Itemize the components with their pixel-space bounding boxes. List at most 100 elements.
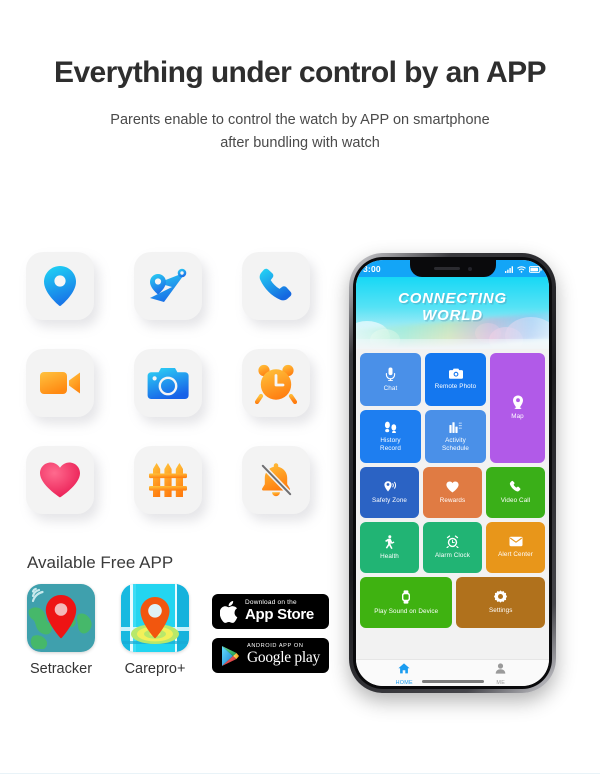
tile-label: History Record (380, 436, 401, 452)
feature-tile-video (26, 349, 94, 417)
tile-row-3: Health Alarm Clock Alert Center (360, 522, 545, 573)
google-play-badge[interactable]: ANDROID APP ON Google play (212, 638, 329, 673)
walking-icon (384, 534, 395, 549)
camera-icon (448, 368, 463, 379)
tile-safety-zone[interactable]: Safety Zone (360, 467, 419, 518)
google-play-text: ANDROID APP ON Google play (247, 644, 320, 667)
page-title: Everything under control by an APP (54, 56, 547, 89)
heart-icon (39, 461, 81, 499)
app-item-setracker[interactable]: Setracker (27, 584, 95, 677)
tile-settings[interactable]: Settings (456, 577, 545, 628)
tile-alarm-clock[interactable]: Alarm Clock (423, 522, 482, 573)
tab-label-home: HOME (395, 679, 413, 686)
feature-tile-fence (134, 446, 202, 514)
app-banner: CONNECTING WORLD (356, 277, 549, 349)
google-play-big-text: Google play (247, 649, 320, 667)
tile-label: Remote Photo (434, 383, 477, 391)
app-banner-title: CONNECTING WORLD (356, 290, 549, 325)
wifi-icon (517, 260, 526, 278)
feature-tile-location (26, 252, 94, 320)
banner-line-2: WORLD (422, 307, 483, 325)
status-bar-icons (505, 260, 542, 278)
tile-col-left: Chat Remote Photo History Record Activit… (360, 353, 486, 463)
tile-chat[interactable]: Chat (360, 353, 421, 406)
phone-icon (509, 480, 522, 493)
tab-label-me: ME (496, 679, 506, 686)
tile-label: Activity Schedule (441, 436, 470, 452)
footprints-icon (384, 421, 397, 433)
tile-row-2: Safety Zone Rewards Video Call (360, 467, 545, 518)
phone-mockup: 3:00 CONNECTING WORLD Chat Remote Photo … (349, 253, 556, 693)
tile-label: Alert Center (498, 551, 533, 559)
tile-label: Play Sound on Device (374, 607, 439, 615)
home-icon (398, 661, 410, 679)
tile-label: Chat (383, 384, 398, 392)
tile-label: Safety Zone (371, 497, 408, 505)
app-tile-grid: Chat Remote Photo History Record Activit… (356, 349, 549, 659)
tile-label: Health (380, 552, 399, 560)
feature-tile-alarm (242, 349, 310, 417)
fence-icon (148, 461, 188, 499)
free-app-list: Setracker Carepro+ (27, 584, 189, 677)
microphone-icon (385, 367, 396, 381)
tile-remote-photo[interactable]: Remote Photo (425, 353, 486, 406)
carepro-app-icon[interactable] (121, 584, 189, 652)
tile-health[interactable]: Health (360, 522, 419, 573)
tile-video-call[interactable]: Video Call (486, 467, 545, 518)
phone-call-icon (256, 266, 296, 306)
earpiece-speaker (433, 267, 460, 270)
bell-off-icon (256, 460, 296, 500)
alarm-icon (446, 535, 459, 549)
tile-play-sound[interactable]: Play Sound on Device (360, 577, 453, 628)
alarm-clock-icon (255, 362, 297, 404)
apple-logo-icon (220, 600, 238, 623)
front-camera-icon (467, 266, 472, 271)
signal-icon (505, 260, 514, 278)
subtitle-line-1: Parents enable to control the watch by A… (110, 112, 490, 128)
tile-alert-center[interactable]: Alert Center (486, 522, 545, 573)
feature-tile-route (134, 252, 202, 320)
feature-tile-silent (242, 446, 310, 514)
phone-bezel: 3:00 CONNECTING WORLD Chat Remote Photo … (353, 257, 552, 689)
feature-icon-grid (26, 252, 310, 514)
person-icon (495, 661, 506, 679)
phone-screen: 3:00 CONNECTING WORLD Chat Remote Photo … (356, 260, 549, 686)
route-map-icon (146, 266, 190, 306)
app-label-setracker: Setracker (29, 661, 93, 677)
bar-chart-icon (449, 421, 462, 433)
tile-row-4: Play Sound on Device Settings (360, 577, 545, 628)
watch-icon (401, 589, 411, 604)
tile-subrow-1: Chat Remote Photo (360, 353, 486, 406)
map-pin-icon (512, 395, 524, 410)
banner-line-1: CONNECTING (398, 290, 507, 307)
safety-zone-icon (383, 480, 397, 493)
home-indicator (421, 680, 484, 683)
app-store-text: Download on the App Store (245, 599, 314, 624)
page-subtitle: Parents enable to control the watch by A… (0, 109, 600, 156)
video-camera-icon (39, 369, 81, 397)
tile-map[interactable]: Map (490, 353, 545, 463)
tile-history-record[interactable]: History Record (360, 410, 421, 463)
tile-label: Alarm Clock (434, 552, 471, 560)
banner-base (356, 339, 549, 349)
setracker-app-icon[interactable] (27, 584, 95, 652)
envelope-icon (509, 536, 523, 547)
battery-icon (528, 260, 542, 278)
promo-page: Everything under control by an APP Paren… (0, 56, 600, 774)
location-pin-icon (41, 265, 79, 307)
tile-rewards[interactable]: Rewards (423, 467, 482, 518)
feature-tile-camera (134, 349, 202, 417)
app-store-badge[interactable]: Download on the App Store (212, 594, 329, 629)
app-store-big-text: App Store (245, 606, 314, 624)
tile-row-1: Chat Remote Photo History Record Activit… (360, 353, 545, 463)
tile-activity-schedule[interactable]: Activity Schedule (425, 410, 486, 463)
tile-label: Settings (488, 607, 513, 615)
heart-icon (446, 481, 459, 493)
tile-label: Video Call (500, 497, 531, 505)
feature-tile-heart (26, 446, 94, 514)
free-app-title: Available Free APP (27, 553, 174, 572)
app-label-carepro: Carepro+ (124, 661, 186, 677)
phone-notch (409, 260, 496, 277)
app-item-carepro[interactable]: Carepro+ (121, 584, 189, 677)
status-bar-time: 3:00 (363, 263, 381, 274)
